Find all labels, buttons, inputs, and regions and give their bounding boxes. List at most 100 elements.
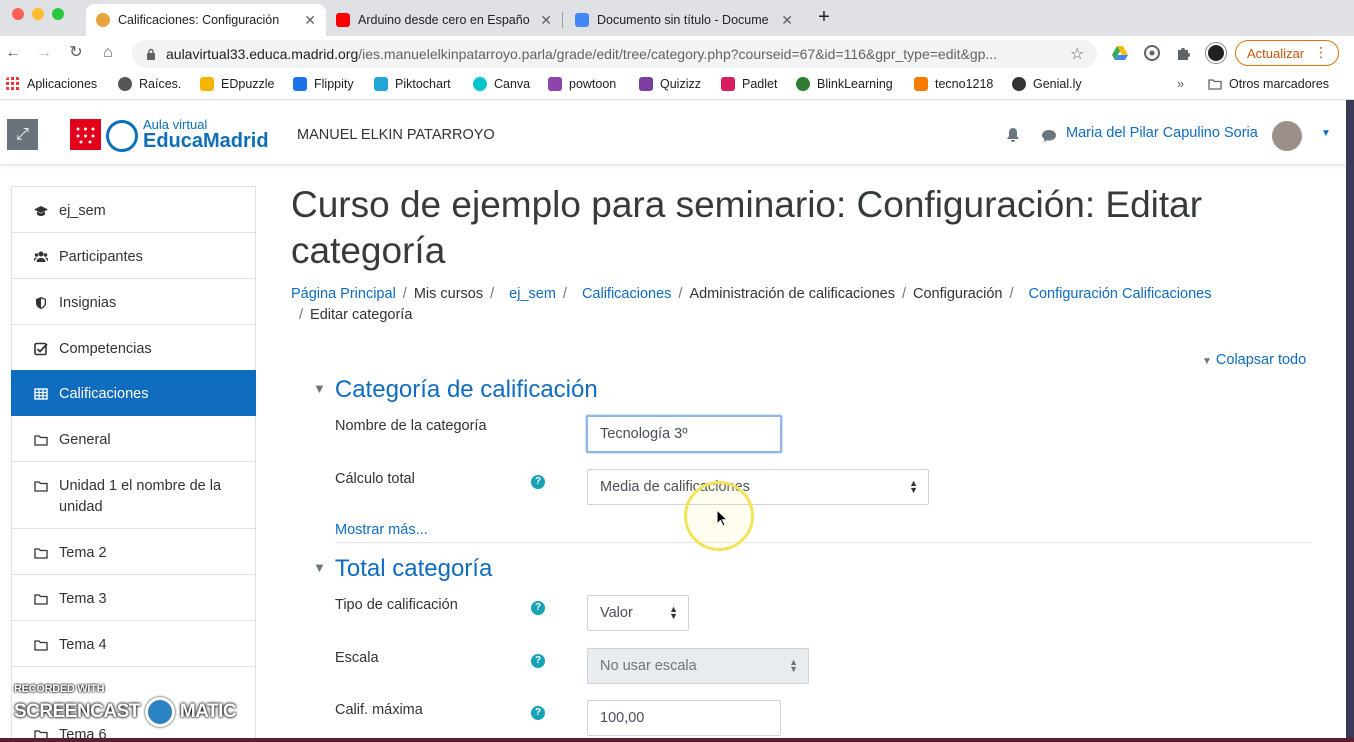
select-arrows-icon: ▲ ▼ <box>909 478 918 495</box>
section-header-total[interactable]: ▼ Total categoría <box>313 555 492 583</box>
field-label-nombre: Nombre de la categoría <box>335 418 487 434</box>
tab-documento[interactable]: Documento sin título - Docume ✕ <box>565 4 803 36</box>
breadcrumb-link-configuracion-calificaciones[interactable]: Configuración Calificaciones <box>1029 286 1212 302</box>
bookmark-blinklearning[interactable]: BlinkLearning <box>796 77 893 91</box>
sidebar-item-tema-3[interactable]: Tema 3 <box>11 575 256 621</box>
bookmark-piktochart[interactable]: Piktochart <box>374 77 451 91</box>
blinklearning-icon <box>796 77 810 91</box>
bookmark-canva[interactable]: Canva <box>473 77 530 91</box>
bookmark-label: Canva <box>494 77 531 91</box>
fullscreen-toggle-icon[interactable]: ⤢ <box>7 119 38 150</box>
sidebar-item-calificaciones[interactable]: Calificaciones <box>11 370 256 416</box>
overflow-label: » <box>1177 77 1184 91</box>
select-arrows-icon: ▲ ▼ <box>789 657 798 674</box>
piktochart-icon <box>374 77 388 91</box>
reload-button[interactable]: ↻ <box>65 42 87 64</box>
sidebar-item-label: Calificaciones <box>59 386 149 402</box>
bookmarks-overflow-button[interactable]: » <box>1177 77 1184 91</box>
bookmark-raices[interactable]: Raíces. <box>118 77 181 91</box>
address-bar[interactable]: aulavirtual33.educa.madrid.org/ies.manue… <box>132 40 1097 68</box>
breadcrumb-link-pagina-principal[interactable]: Página Principal <box>291 286 396 302</box>
help-icon[interactable]: ? <box>531 601 545 615</box>
tab-arduino[interactable]: Arduino desde cero en Españo ✕ <box>326 4 562 36</box>
user-menu-name[interactable]: Maria del Pilar Capulino Soria <box>1066 125 1258 141</box>
tab-divider <box>562 12 563 28</box>
bookmark-star-icon[interactable]: ☆ <box>1070 44 1084 64</box>
sidebar-item-tema-4[interactable]: Tema 4 <box>11 621 256 667</box>
chevron-down-icon[interactable]: ▼ <box>1321 128 1331 139</box>
sidebar-item-unidad-1[interactable]: Unidad 1 el nombre de la unidad <box>11 462 256 529</box>
home-button[interactable]: ⌂ <box>97 42 119 64</box>
bookmark-label: Raíces. <box>139 77 182 91</box>
bookmark-label: Otros marcadores <box>1229 77 1330 91</box>
close-tab-icon[interactable]: ✕ <box>781 12 793 29</box>
other-bookmarks-folder[interactable]: Otros marcadores <box>1208 77 1329 91</box>
aggregation-select[interactable]: Media de calificaciones ▲ ▼ <box>587 469 929 505</box>
google-docs-favicon-icon <box>575 13 589 27</box>
google-drive-icon[interactable] <box>1111 44 1129 62</box>
breadcrumb-link-ej-sem[interactable]: ej_sem <box>509 286 556 302</box>
extensions-puzzle-icon[interactable] <box>1175 44 1193 62</box>
shield-icon <box>36 297 46 309</box>
page-title: Curso de ejemplo para seminario: Configu… <box>291 184 1203 271</box>
tab-calificaciones[interactable]: Calificaciones: Configuración ✕ <box>86 4 326 36</box>
grade-type-select[interactable]: Valor ▲ ▼ <box>587 595 689 631</box>
update-button[interactable]: Actualizar ⋮ <box>1235 40 1339 66</box>
watermark-line1: RECORDED WITH <box>14 683 105 695</box>
minimize-window-button[interactable] <box>32 8 44 20</box>
bookmark-powtoon[interactable]: powtoon <box>548 77 616 91</box>
edpuzzle-icon <box>200 77 214 91</box>
sidebar-item-label: Tema 2 <box>59 545 107 561</box>
help-icon[interactable]: ? <box>531 654 545 668</box>
close-tab-icon[interactable]: ✕ <box>540 12 552 29</box>
collapse-all-link[interactable]: ▼ Colapsar todo <box>1202 352 1306 368</box>
maximize-window-button[interactable] <box>52 8 64 20</box>
bookmark-tecno1218[interactable]: tecno1218 <box>914 77 993 91</box>
sidebar-item-tema-2[interactable]: Tema 2 <box>11 529 256 575</box>
globe-icon <box>118 77 132 91</box>
notifications-bell-icon[interactable] <box>1005 127 1021 143</box>
close-tab-icon[interactable]: ✕ <box>304 12 316 29</box>
bookmark-quizizz[interactable]: Quizizz <box>639 77 701 91</box>
tab-title: Calificaciones: Configuración <box>118 13 280 27</box>
bookmark-aplicaciones[interactable]: Aplicaciones <box>6 77 97 91</box>
close-window-button[interactable] <box>12 8 24 20</box>
browser-menu-icon[interactable]: ⋮ <box>1314 44 1328 61</box>
sidebar-item-competencias[interactable]: Competencias <box>11 325 256 371</box>
site-name[interactable]: MANUEL ELKIN PATARROYO <box>297 127 495 143</box>
breadcrumb-item-editar-categoria: Editar categoría <box>310 307 413 323</box>
help-icon[interactable]: ? <box>531 475 545 489</box>
category-name-input[interactable]: Tecnología 3º <box>586 415 782 453</box>
messages-chat-icon[interactable] <box>1041 129 1057 143</box>
sidebar-item-label: Unidad 1 el nombre de la unidad <box>59 478 222 515</box>
bookmark-edpuzzle[interactable]: EDpuzzle <box>200 77 275 91</box>
user-avatar[interactable] <box>1272 121 1302 151</box>
folder-icon <box>1208 79 1222 90</box>
back-button[interactable]: ← <box>2 42 24 64</box>
extension-globe-icon[interactable] <box>1143 44 1161 62</box>
table-icon <box>34 388 48 400</box>
forward-button[interactable]: → <box>33 42 55 64</box>
folder-icon <box>34 481 48 492</box>
screencast-logo-icon <box>144 697 175 727</box>
profile-avatar[interactable] <box>1206 43 1226 63</box>
breadcrumb-separator: / <box>490 286 495 302</box>
sidebar-item-insignias[interactable]: Insignias <box>11 279 256 325</box>
bookmark-padlet[interactable]: Padlet <box>721 77 777 91</box>
bookmark-genially[interactable]: Genial.ly <box>1012 77 1082 91</box>
sidebar-item-participantes[interactable]: Participantes <box>11 233 256 279</box>
help-icon[interactable]: ? <box>531 706 545 720</box>
new-tab-button[interactable]: + <box>812 6 836 30</box>
background-window-edge-bottom <box>0 738 1354 742</box>
section-header-categoria[interactable]: ▼ Categoría de calificación <box>313 376 598 404</box>
breadcrumb-item-configuracion: Configuración <box>912 286 1003 302</box>
breadcrumb-link-calificaciones[interactable]: Calificaciones <box>582 286 671 302</box>
sidebar-item-label: ej_sem <box>59 203 106 219</box>
sidebar-item-general[interactable]: General <box>11 416 256 462</box>
bookmark-flippity[interactable]: Flippity <box>293 77 354 91</box>
show-more-link[interactable]: Mostrar más... <box>335 522 428 538</box>
max-grade-input[interactable]: 100,00 <box>587 700 781 736</box>
bookmark-label: Genial.ly <box>1033 77 1082 91</box>
sidebar-item-label: Tema 3 <box>59 591 107 607</box>
sidebar-item-ej-sem[interactable]: ej_sem <box>11 186 256 233</box>
